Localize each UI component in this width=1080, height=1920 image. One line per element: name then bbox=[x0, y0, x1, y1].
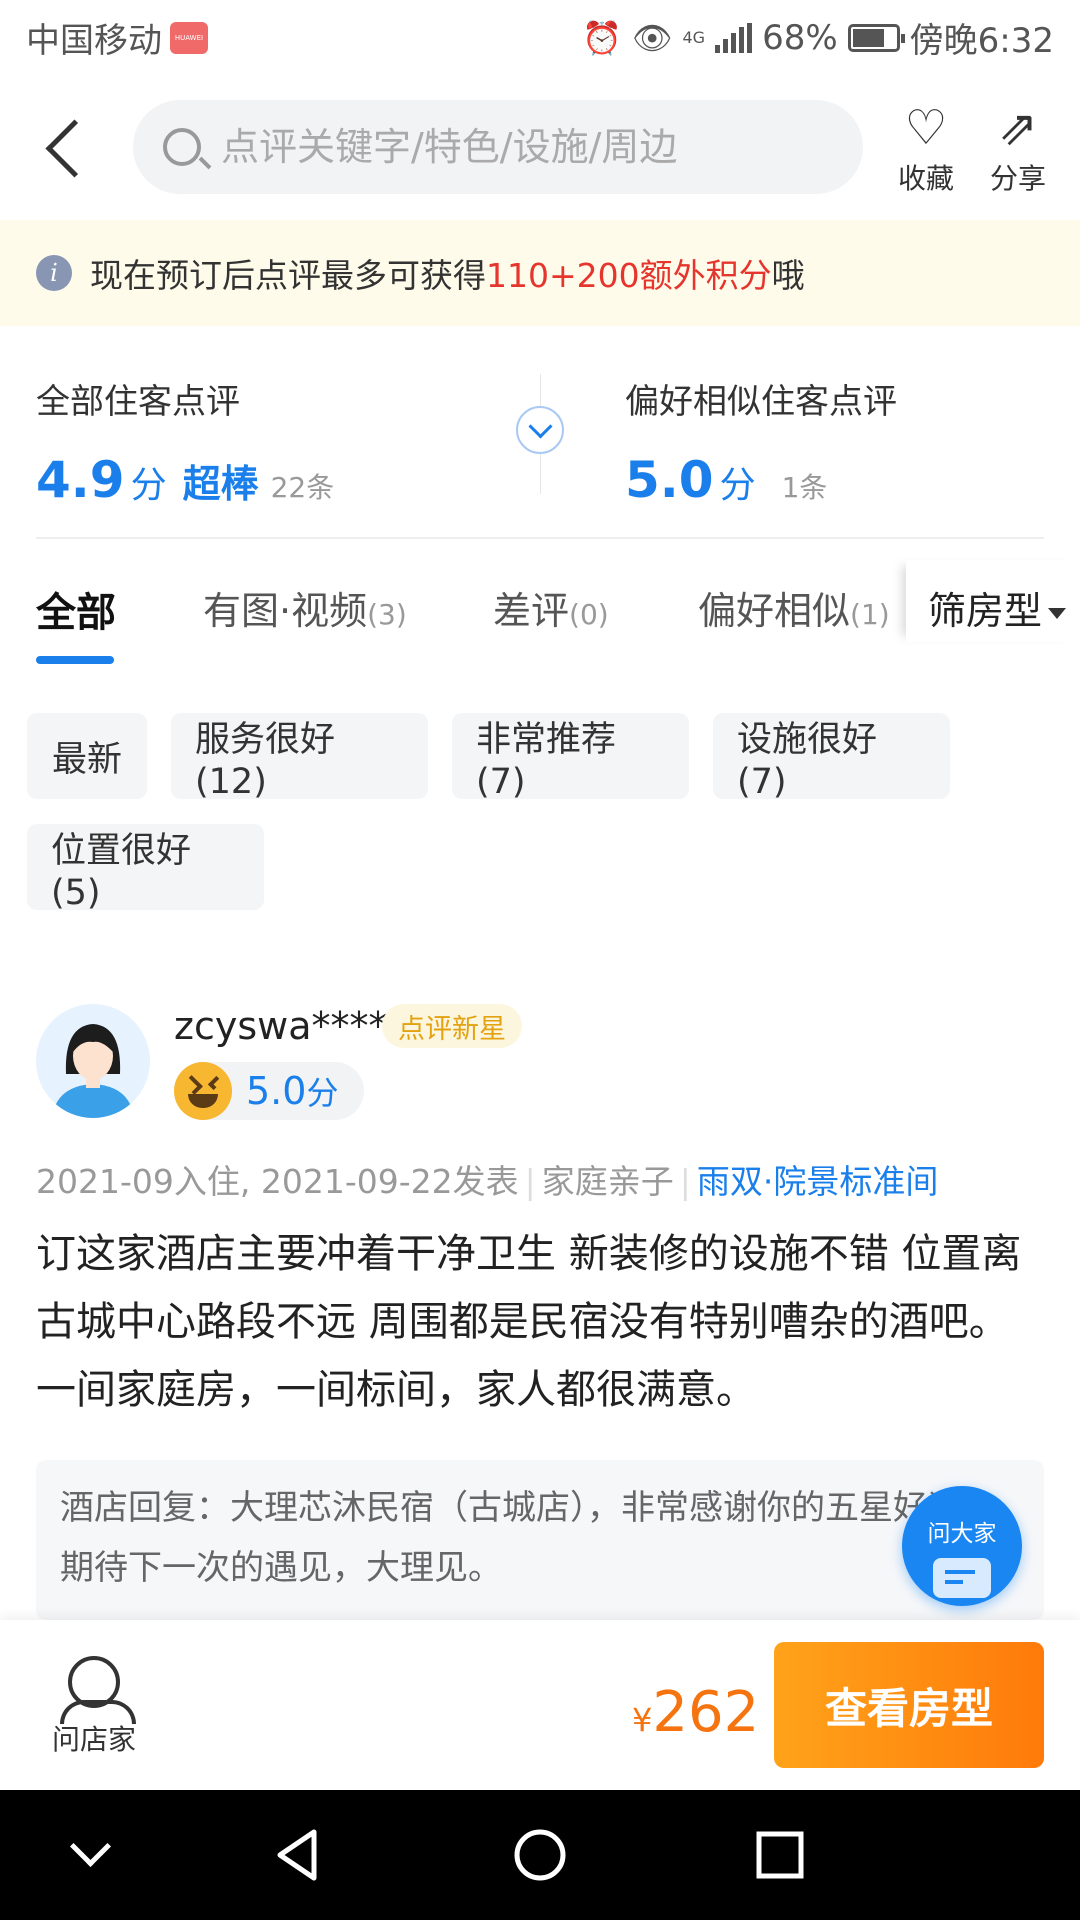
all-score-word: 超棒 bbox=[182, 462, 259, 506]
nav-back-icon[interactable] bbox=[262, 1818, 336, 1892]
favorite-button[interactable]: ♡ 收藏 bbox=[886, 99, 966, 197]
clock: 傍晚6:32 bbox=[909, 21, 1054, 61]
huawei-app-icon: HUAWEI bbox=[170, 21, 208, 54]
share-label: 分享 bbox=[989, 162, 1046, 195]
heart-plus-icon: ♡ bbox=[904, 100, 948, 156]
review-rating: 5.0分 bbox=[174, 1062, 364, 1120]
notice-suffix: 哦 bbox=[771, 256, 805, 295]
chip-good-location[interactable]: 位置很好(5) bbox=[27, 824, 264, 913]
review-rating-unit: 分 bbox=[306, 1074, 339, 1112]
room-type-link[interactable]: 雨双·院景标准间 bbox=[697, 1162, 939, 1201]
customer-service-icon bbox=[60, 1656, 136, 1724]
expand-chevron-icon[interactable] bbox=[516, 406, 564, 454]
price-value: 262 bbox=[652, 1680, 760, 1745]
price-currency: ¥ bbox=[632, 1701, 653, 1739]
battery-percent: 68% bbox=[762, 17, 838, 58]
hide-nav-icon[interactable] bbox=[54, 1818, 128, 1892]
all-score-value: 4.9 bbox=[36, 451, 125, 509]
points-notice: i 现在预订后点评最多可获得 110+200额外积分哦 bbox=[0, 220, 1080, 326]
notice-prefix: 现在预订后点评最多可获得 bbox=[90, 256, 486, 295]
ask-host-label: 问店家 bbox=[51, 1723, 136, 1756]
dropdown-triangle-icon bbox=[1048, 608, 1067, 619]
search-icon bbox=[163, 128, 201, 166]
signal-icon bbox=[715, 22, 753, 53]
status-bar: 中国移动 HUAWEI ⏰ 👁 4G 68% 傍晚6:32 bbox=[0, 0, 1080, 75]
favorite-label: 收藏 bbox=[897, 162, 954, 195]
ask-everyone-label: 问大家 bbox=[927, 1521, 997, 1547]
network-type: 4G bbox=[682, 27, 706, 47]
share-icon: ⇗ bbox=[997, 100, 1039, 156]
room-type-filter[interactable]: 筛房型 bbox=[906, 560, 1080, 642]
alarm-icon: ⏰ bbox=[582, 18, 622, 57]
avatar[interactable] bbox=[36, 1004, 150, 1118]
stay-date: 2021-09入住, 2021-09-22发表 bbox=[36, 1162, 519, 1201]
reviewer-badge: 点评新星 bbox=[382, 1004, 522, 1048]
ask-host-button[interactable]: 问店家 bbox=[44, 1656, 144, 1758]
tab-photos-videos[interactable]: 有图·视频(3) bbox=[203, 580, 407, 635]
share-button[interactable]: ⇗ 分享 bbox=[978, 99, 1058, 197]
notice-highlight: 110+200额外积分 bbox=[486, 256, 772, 295]
tab-all[interactable]: 全部 bbox=[36, 580, 116, 638]
review-meta: 2021-09入住, 2021-09-22发表 | 家庭亲子 | 雨双·院景标准间 bbox=[36, 1162, 939, 1201]
ask-everyone-button[interactable]: 问大家 bbox=[902, 1486, 1022, 1606]
view-room-types-button[interactable]: 查看房型 bbox=[774, 1642, 1044, 1768]
review-tabs: 全部 有图·视频(3) 差评(0) 偏好相似(1) 筛房型 bbox=[0, 560, 1080, 670]
similar-score-unit: 分 bbox=[719, 465, 756, 506]
all-score-unit: 分 bbox=[130, 465, 167, 506]
hotel-reply: 酒店回复：大理芯沐民宿（古城店），非常感谢你的五星好评，期待下一次的遇见，大理见… bbox=[36, 1460, 1044, 1620]
all-reviews-score[interactable]: 全部住客点评 4.9 分 超棒 22条 bbox=[36, 374, 334, 509]
score-summary: 全部住客点评 4.9 分 超棒 22条 偏好相似住客点评 5.0 分 1条 bbox=[0, 326, 1080, 538]
tab-similar[interactable]: 偏好相似(1) bbox=[698, 580, 890, 635]
similar-score-value: 5.0 bbox=[625, 451, 714, 509]
divider bbox=[36, 537, 1044, 539]
laughing-emoji-icon bbox=[174, 1062, 232, 1120]
review-rating-value: 5.0 bbox=[246, 1069, 307, 1113]
info-icon: i bbox=[36, 255, 72, 291]
review-text: 订这家酒店主要冲着干净卫生 新装修的设施不错 位置离古城中心路段不远 周围都是民… bbox=[36, 1231, 1022, 1413]
tab-label: 差评 bbox=[493, 589, 570, 633]
similar-reviews-title: 偏好相似住客点评 bbox=[625, 382, 897, 422]
trip-type: 家庭亲子 bbox=[541, 1162, 674, 1201]
carrier-name: 中国移动 bbox=[26, 21, 162, 61]
chip-good-facilities[interactable]: 设施很好(7) bbox=[713, 713, 950, 802]
tab-count: (0) bbox=[569, 598, 609, 631]
system-nav-bar bbox=[0, 1790, 1080, 1920]
reviewer-username[interactable]: zcyswa**** bbox=[174, 1004, 388, 1048]
chip-good-service[interactable]: 服务很好(12) bbox=[171, 713, 428, 802]
nav-home-icon[interactable] bbox=[503, 1818, 577, 1892]
tab-label: 有图·视频 bbox=[203, 589, 368, 633]
tab-count: (1) bbox=[850, 598, 890, 631]
price: ¥262 bbox=[632, 1680, 759, 1745]
tab-negative[interactable]: 差评(0) bbox=[493, 580, 609, 635]
header: ♡ 收藏 ⇗ 分享 bbox=[0, 75, 1080, 220]
review-search-input[interactable] bbox=[221, 125, 781, 169]
tab-label: 全部 bbox=[36, 590, 116, 636]
chip-highly-recommended[interactable]: 非常推荐(7) bbox=[452, 713, 689, 802]
battery-icon bbox=[847, 23, 905, 52]
review-search-bar[interactable] bbox=[133, 100, 863, 194]
back-arrow-icon[interactable] bbox=[40, 118, 100, 178]
nav-recents-icon[interactable] bbox=[743, 1818, 817, 1892]
all-score-count: 22条 bbox=[270, 471, 335, 504]
similar-score-count: 1条 bbox=[781, 471, 828, 504]
tab-count: (3) bbox=[367, 598, 407, 631]
all-reviews-title: 全部住客点评 bbox=[36, 382, 240, 422]
similar-reviews-score[interactable]: 偏好相似住客点评 5.0 分 1条 bbox=[625, 374, 897, 509]
tab-label: 偏好相似 bbox=[698, 589, 851, 633]
chip-latest[interactable]: 最新 bbox=[27, 713, 147, 799]
chat-bubble-icon bbox=[933, 1558, 991, 1598]
active-tab-indicator bbox=[36, 656, 114, 664]
filter-label: 筛房型 bbox=[928, 589, 1043, 633]
eye-comfort-icon: 👁 bbox=[631, 18, 673, 57]
bottom-action-bar: 问店家 ¥262 查看房型 bbox=[0, 1620, 1080, 1790]
